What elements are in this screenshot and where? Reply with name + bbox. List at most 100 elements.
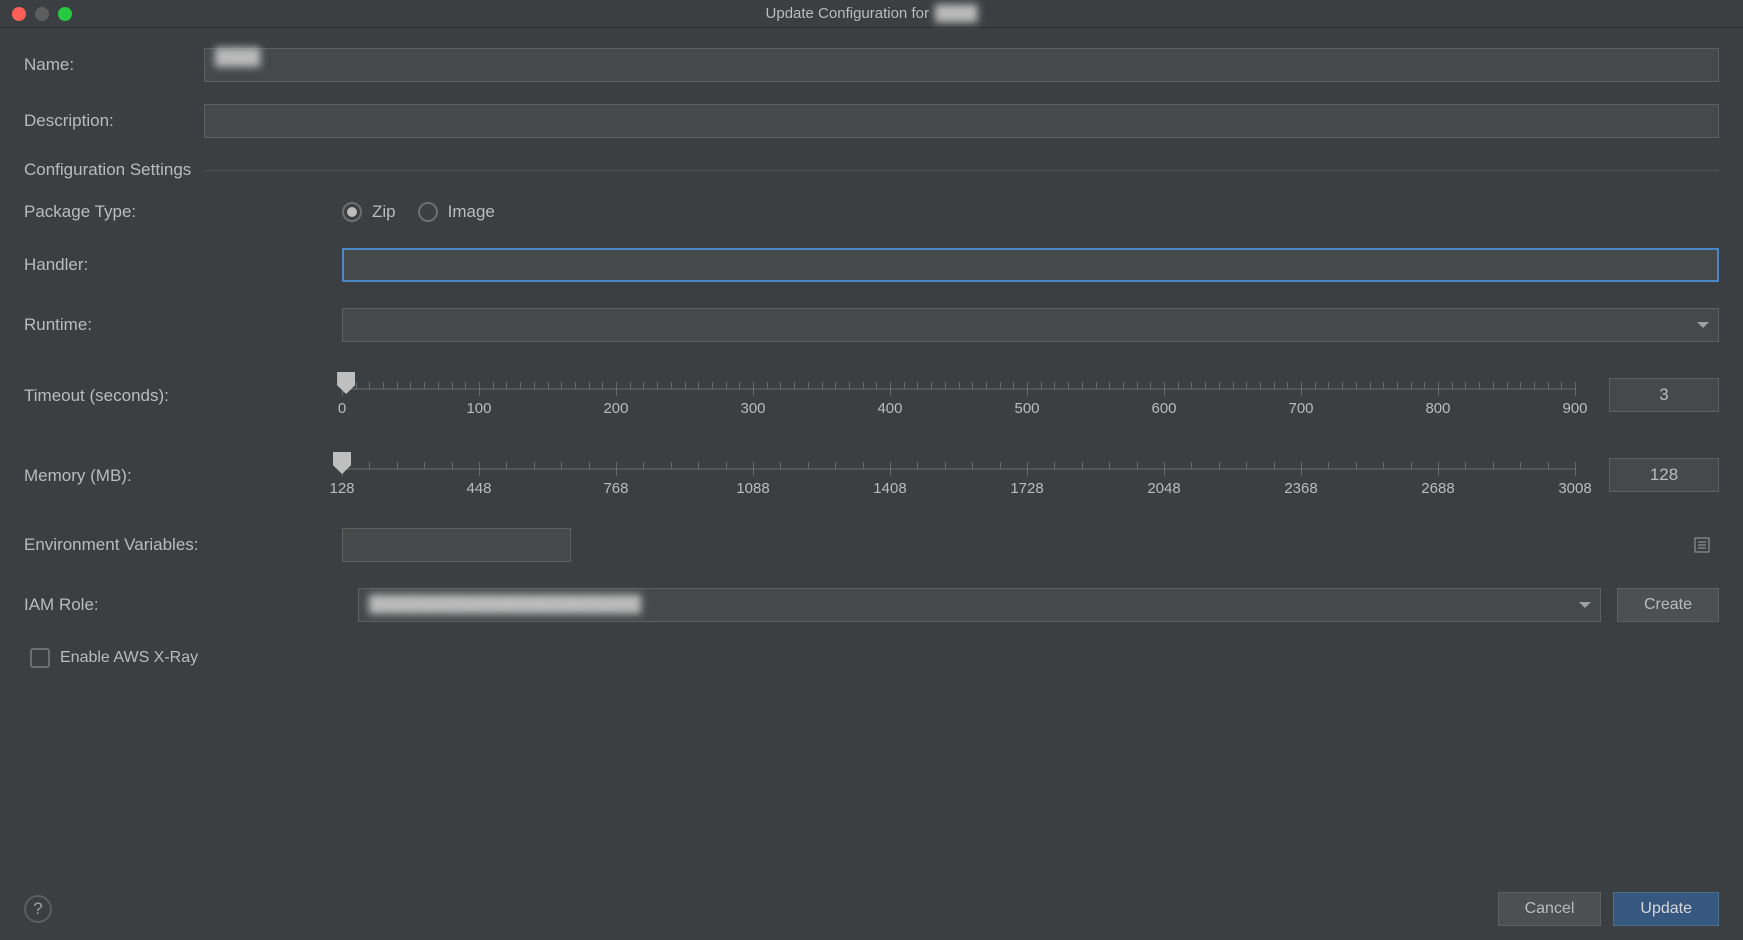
slider-tick-label: 1408 [873, 480, 906, 497]
slider-tick-minor [1054, 462, 1055, 470]
slider-tick-label: 700 [1288, 400, 1313, 417]
slider-tick-minor [1246, 382, 1247, 390]
package-type-zip-radio[interactable]: Zip [342, 202, 396, 222]
handler-input[interactable] [342, 248, 1719, 282]
slider-tick-minor [671, 462, 672, 470]
slider-tick-minor [1452, 382, 1453, 390]
package-type-zip-label: Zip [372, 202, 396, 222]
slider-tick-label: 128 [329, 480, 354, 497]
slider-tick-minor [1328, 462, 1329, 470]
slider-tick-minor [589, 462, 590, 470]
slider-tick-label: 2368 [1284, 480, 1317, 497]
cancel-button[interactable]: Cancel [1498, 892, 1602, 926]
timeout-slider[interactable]: 0100200300400500600700800900 [342, 368, 1575, 418]
minimize-window-icon[interactable] [35, 7, 49, 21]
slider-tick-minor [534, 382, 535, 390]
slider-tick-major [1164, 462, 1165, 476]
window-title-target: ████ [935, 5, 978, 22]
memory-label: Memory (MB): [24, 448, 342, 486]
slider-tick-major [753, 462, 754, 476]
slider-tick-minor [1493, 382, 1494, 390]
slider-tick-label: 200 [603, 400, 628, 417]
slider-tick-minor [1315, 382, 1316, 390]
slider-tick-minor [972, 462, 973, 470]
config-section-title: Configuration Settings [24, 160, 191, 180]
window-controls [0, 7, 72, 21]
section-divider [205, 170, 1719, 171]
slider-tick-minor [698, 462, 699, 470]
slider-tick-minor [945, 382, 946, 390]
iam-role-select[interactable]: ████████████████████████ [358, 588, 1601, 622]
slider-tick-minor [452, 462, 453, 470]
slider-tick-major [1438, 462, 1439, 476]
create-role-button[interactable]: Create [1617, 588, 1719, 622]
slider-tick-minor [534, 462, 535, 470]
close-window-icon[interactable] [12, 7, 26, 21]
slider-tick-major [1301, 462, 1302, 476]
slider-tick-major [1438, 382, 1439, 396]
slider-tick-minor [397, 382, 398, 390]
env-vars-input[interactable] [342, 528, 571, 562]
timeout-label: Timeout (seconds): [24, 368, 342, 406]
name-value: ████ [215, 49, 260, 66]
slider-tick-minor [410, 382, 411, 390]
runtime-select[interactable] [342, 308, 1719, 342]
slider-tick-minor [1520, 462, 1521, 470]
slider-tick-minor [369, 382, 370, 390]
radio-icon [342, 202, 362, 222]
slider-tick-major [890, 462, 891, 476]
slider-tick-minor [630, 382, 631, 390]
slider-tick-label: 1088 [736, 480, 769, 497]
help-icon[interactable]: ? [24, 895, 52, 923]
slider-tick-minor [904, 382, 905, 390]
slider-tick-minor [575, 382, 576, 390]
name-input[interactable]: ████ [204, 48, 1719, 82]
slider-tick-label: 800 [1425, 400, 1450, 417]
slider-tick-minor [1109, 382, 1110, 390]
slider-tick-minor [1424, 382, 1425, 390]
slider-tick-minor [1191, 382, 1192, 390]
memory-value-input[interactable]: 128 [1609, 458, 1719, 492]
package-type-image-radio[interactable]: Image [418, 202, 495, 222]
slider-tick-minor [657, 382, 658, 390]
slider-tick-label: 768 [603, 480, 628, 497]
dialog-footer: ? Cancel Update [24, 892, 1719, 926]
memory-slider[interactable]: 1284487681088140817282048236826883008 [342, 448, 1575, 498]
slider-tick-minor [1274, 382, 1275, 390]
slider-tick-label: 300 [740, 400, 765, 417]
slider-tick-minor [1068, 382, 1069, 390]
slider-tick-minor [1356, 382, 1357, 390]
slider-tick-minor [739, 382, 740, 390]
slider-tick-minor [1123, 382, 1124, 390]
env-vars-label: Environment Variables: [24, 535, 342, 555]
slider-tick-minor [1397, 382, 1398, 390]
slider-tick-label: 600 [1151, 400, 1176, 417]
list-edit-icon[interactable] [1691, 534, 1713, 556]
enable-xray-checkbox[interactable] [30, 648, 50, 668]
maximize-window-icon[interactable] [58, 7, 72, 21]
package-type-image-label: Image [448, 202, 495, 222]
slider-tick-minor [1000, 382, 1001, 390]
slider-tick-minor [643, 462, 644, 470]
slider-tick-minor [1493, 462, 1494, 470]
slider-tick-minor [520, 382, 521, 390]
slider-tick-major [890, 382, 891, 396]
slider-tick-minor [643, 382, 644, 390]
slider-tick-minor [548, 382, 549, 390]
slider-tick-major [1027, 462, 1028, 476]
slider-tick-minor [356, 382, 357, 390]
package-type-radio-group: Zip Image [342, 202, 495, 222]
slider-tick-minor [986, 382, 987, 390]
slider-tick-label: 400 [877, 400, 902, 417]
iam-role-value: ████████████████████████ [358, 588, 1601, 622]
slider-tick-major [1575, 382, 1576, 396]
slider-tick-minor [424, 382, 425, 390]
timeout-value-input[interactable]: 3 [1609, 378, 1719, 412]
slider-tick-major [1164, 382, 1165, 396]
slider-tick-minor [506, 462, 507, 470]
slider-tick-major [479, 462, 480, 476]
update-button[interactable]: Update [1613, 892, 1719, 926]
slider-tick-minor [863, 462, 864, 470]
slider-tick-minor [945, 462, 946, 470]
description-input[interactable] [204, 104, 1719, 138]
